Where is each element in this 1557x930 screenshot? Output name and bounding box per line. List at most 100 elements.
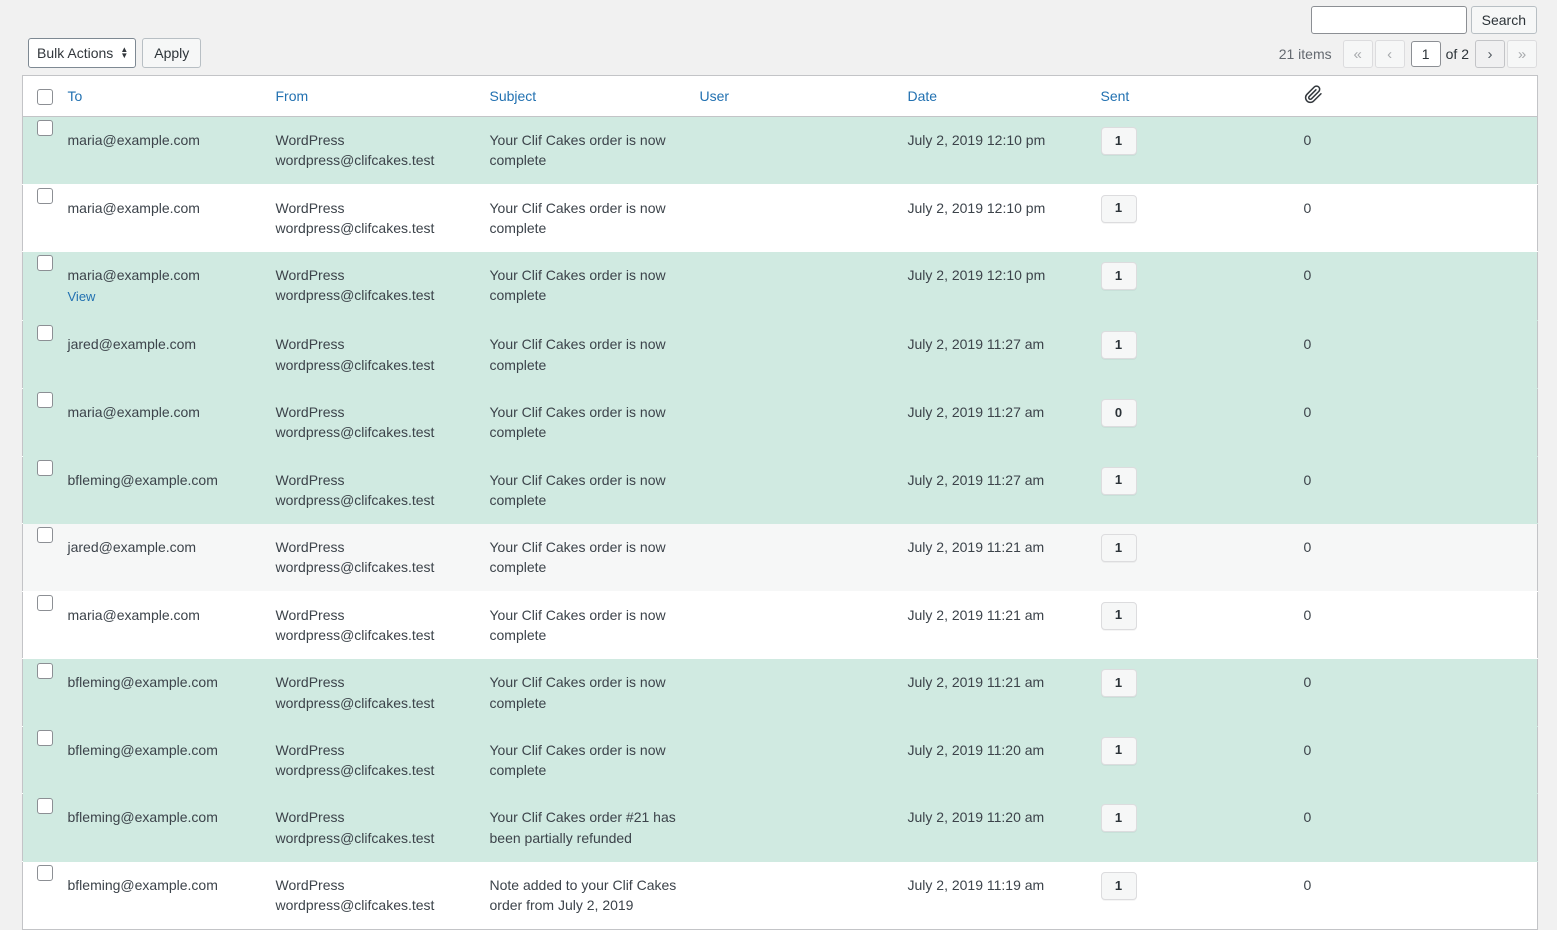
row-checkbox[interactable] bbox=[37, 459, 54, 476]
cell-user bbox=[700, 117, 908, 185]
row-checkbox[interactable] bbox=[37, 662, 54, 679]
prev-page-button[interactable]: ‹ bbox=[1374, 40, 1405, 68]
row-checkbox[interactable] bbox=[37, 865, 54, 882]
bulk-actions-select[interactable]: Bulk Actions ▲ ▼ bbox=[28, 38, 137, 68]
column-header-to[interactable]: To bbox=[67, 75, 276, 117]
row-checkbox[interactable] bbox=[37, 187, 54, 204]
last-page-button[interactable]: » bbox=[1507, 40, 1537, 68]
table-row[interactable]: maria@example.com WordPress wordpress@clif… bbox=[22, 116, 1538, 185]
table-header-row: To From Subject User Date Sent bbox=[22, 75, 1538, 117]
table-body: maria@example.com WordPress wordpress@clif… bbox=[22, 116, 1538, 930]
table-row[interactable]: bfleming@example.com WordPress wordpress@c… bbox=[22, 861, 1538, 930]
row-checkbox[interactable] bbox=[37, 255, 54, 272]
paperclip-icon bbox=[1304, 85, 1323, 107]
cell-date: July 2, 2019 12:10 pm bbox=[907, 199, 1046, 216]
column-header-sent-link[interactable]: Sent bbox=[1101, 88, 1130, 104]
search-box: Search bbox=[1310, 6, 1537, 34]
current-page-input[interactable] bbox=[1410, 41, 1441, 67]
row-checkbox[interactable] bbox=[37, 324, 54, 341]
row-checkbox[interactable] bbox=[37, 392, 54, 409]
sender-email: wordpress@clifcakes.test bbox=[275, 491, 435, 508]
column-header-user[interactable]: User bbox=[699, 75, 908, 117]
row-select-cell bbox=[23, 524, 68, 592]
column-header-subject-link[interactable]: Subject bbox=[490, 88, 537, 104]
table-row[interactable]: maria@example.com WordPress wordpress@clif… bbox=[22, 591, 1538, 659]
cell-sent: 1 bbox=[1100, 117, 1304, 185]
row-select-cell bbox=[23, 252, 68, 321]
sent-count-badge[interactable]: 1 bbox=[1100, 331, 1137, 360]
cell-user bbox=[700, 184, 908, 252]
table-row[interactable]: maria@example.com WordPress wordpress@clif… bbox=[22, 184, 1538, 252]
chevron-updown-icon: ▲ ▼ bbox=[120, 45, 129, 60]
column-header-from[interactable]: From bbox=[275, 75, 490, 117]
row-select-cell bbox=[23, 726, 68, 794]
sender-name: WordPress bbox=[275, 267, 345, 284]
table-header: To From Subject User Date Sent bbox=[22, 75, 1538, 117]
first-page-button[interactable]: « bbox=[1342, 40, 1373, 68]
sender-name: WordPress bbox=[275, 539, 345, 556]
row-checkbox[interactable] bbox=[37, 527, 54, 544]
sent-count-badge[interactable]: 1 bbox=[1100, 804, 1137, 833]
row-checkbox[interactable] bbox=[37, 730, 54, 747]
cell-to: bfleming@example.com bbox=[68, 794, 276, 862]
cell-subject: Your Clif Cakes order is now complete bbox=[489, 539, 666, 576]
table-row[interactable]: maria@example.com View WordPress wordpress@… bbox=[22, 251, 1538, 321]
recipient-email: bfleming@example.com bbox=[67, 674, 218, 691]
row-select-cell bbox=[23, 184, 68, 252]
row-checkbox[interactable] bbox=[37, 595, 54, 611]
cell-date: July 2, 2019 11:21 am bbox=[907, 606, 1045, 623]
sent-count-badge[interactable]: 1 bbox=[1100, 601, 1137, 630]
cell-attachments: 0 bbox=[1303, 471, 1312, 488]
sent-count-badge[interactable]: 1 bbox=[1100, 466, 1137, 495]
column-header-date[interactable]: Date bbox=[907, 75, 1101, 117]
sent-count-badge[interactable]: 1 bbox=[1100, 736, 1137, 765]
sent-count-badge[interactable]: 1 bbox=[1100, 872, 1137, 901]
select-all-checkbox[interactable] bbox=[37, 88, 54, 105]
table-row[interactable]: jared@example.com WordPress wordpress@clif… bbox=[22, 320, 1538, 389]
table-row[interactable]: jared@example.com WordPress wordpress@clif… bbox=[22, 523, 1538, 592]
sent-count-badge[interactable]: 0 bbox=[1100, 398, 1137, 427]
cell-from: WordPress wordpress@clifcakes.test bbox=[276, 794, 490, 862]
recipient-email: maria@example.com bbox=[67, 267, 200, 284]
cell-user bbox=[700, 659, 908, 727]
cell-from: WordPress wordpress@clifcakes.test bbox=[276, 456, 490, 524]
sent-count-badge[interactable]: 1 bbox=[1100, 534, 1137, 563]
sender-email: wordpress@clifcakes.test bbox=[275, 559, 435, 576]
sent-count-badge[interactable]: 1 bbox=[1100, 669, 1137, 698]
next-page-button[interactable]: › bbox=[1475, 40, 1505, 68]
column-header-subject[interactable]: Subject bbox=[489, 75, 700, 117]
column-header-from-link[interactable]: From bbox=[276, 88, 309, 104]
column-header-to-link[interactable]: To bbox=[68, 88, 83, 104]
sender-email: wordpress@clifcakes.test bbox=[275, 356, 435, 373]
row-checkbox[interactable] bbox=[37, 120, 54, 137]
row-checkbox[interactable] bbox=[37, 797, 54, 814]
cell-attachments: 0 bbox=[1303, 132, 1312, 148]
search-input[interactable] bbox=[1310, 6, 1467, 34]
table-row[interactable]: maria@example.com WordPress wordpress@clif… bbox=[22, 388, 1538, 457]
cell-date: July 2, 2019 11:27 am bbox=[907, 403, 1045, 420]
sent-count-badge[interactable]: 1 bbox=[1100, 127, 1137, 155]
column-header-date-link[interactable]: Date bbox=[908, 88, 938, 104]
table-row[interactable]: bfleming@example.com WordPress wordpress@c… bbox=[22, 456, 1538, 524]
column-header-attachments bbox=[1303, 75, 1538, 117]
view-link[interactable]: View bbox=[68, 289, 96, 304]
apply-button[interactable]: Apply bbox=[142, 38, 202, 68]
sender-name: WordPress bbox=[275, 809, 345, 826]
sender-email: wordpress@clifcakes.test bbox=[275, 762, 435, 779]
row-select-cell bbox=[23, 862, 68, 930]
sent-count-badge[interactable]: 1 bbox=[1100, 194, 1137, 223]
cell-date: July 2, 2019 11:19 am bbox=[907, 877, 1045, 894]
cell-from: WordPress wordpress@clifcakes.test bbox=[276, 184, 490, 252]
column-header-user-link[interactable]: User bbox=[700, 88, 730, 104]
column-header-sent[interactable]: Sent bbox=[1100, 75, 1304, 117]
table-row[interactable]: bfleming@example.com WordPress wordpress@c… bbox=[22, 726, 1538, 794]
cell-sent: 1 bbox=[1100, 184, 1304, 252]
table-row[interactable]: bfleming@example.com WordPress wordpress@c… bbox=[22, 793, 1538, 862]
cell-sent: 1 bbox=[1100, 321, 1304, 389]
cell-date: July 2, 2019 11:20 am bbox=[907, 809, 1045, 826]
row-select-cell bbox=[23, 456, 68, 524]
sent-count-badge[interactable]: 1 bbox=[1100, 262, 1137, 291]
table-row[interactable]: bfleming@example.com WordPress wordpress@c… bbox=[22, 658, 1538, 727]
search-button[interactable]: Search bbox=[1470, 6, 1537, 34]
total-pages-label: of 2 bbox=[1445, 46, 1469, 62]
